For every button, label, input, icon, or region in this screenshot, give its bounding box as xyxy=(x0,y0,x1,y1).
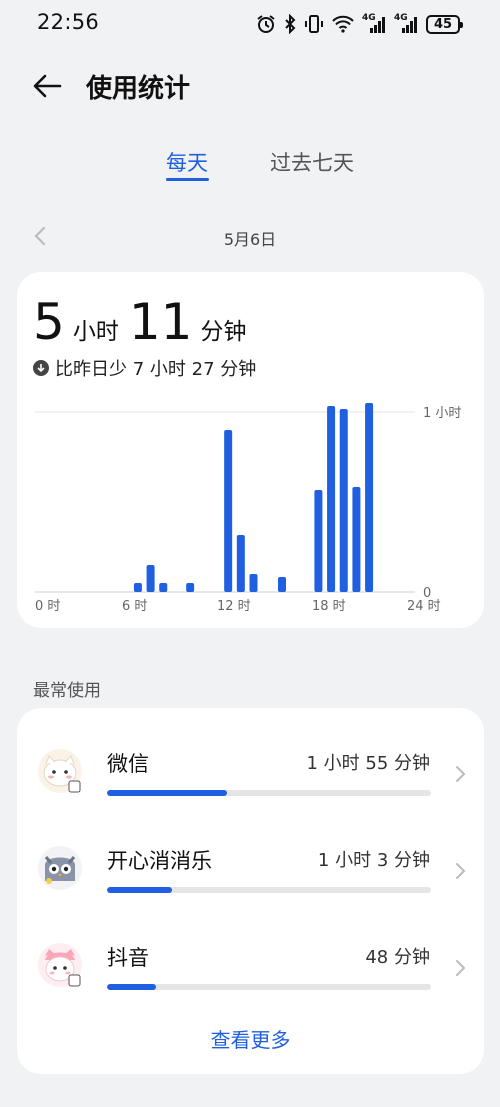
chart-bar-9 xyxy=(327,406,336,592)
battery-icon: 45 xyxy=(426,14,463,34)
usage-progress-bar xyxy=(107,887,431,893)
compare-text: 比昨日少 7 小时 27 分钟 xyxy=(55,359,257,380)
pink-cat-avatar-icon xyxy=(38,943,82,987)
signal-1: 4G xyxy=(362,14,386,34)
chart-bar-2 xyxy=(159,583,168,592)
y-tick-label-top: 1 小时 xyxy=(423,406,461,421)
owl-avatar-icon xyxy=(38,846,82,890)
hours-unit: 小时 xyxy=(72,319,119,345)
cat-avatar-icon xyxy=(38,749,82,793)
chart-bar-1 xyxy=(146,565,155,592)
usage-progress-bar xyxy=(107,790,431,796)
bars-group xyxy=(133,403,374,592)
status-bar: 22:56 4G 4G 45 xyxy=(0,0,500,48)
tab-daily[interactable]: 每天 xyxy=(166,147,208,177)
back-arrow-icon xyxy=(33,74,62,98)
x-tick-label: 6 时 xyxy=(122,599,147,614)
app-row-douyin[interactable]: 抖音 48 分钟 xyxy=(17,914,484,1011)
compare-row: 比昨日少 7 小时 27 分钟 xyxy=(33,355,256,381)
usage-card: 5 小时 11 分钟 比昨日少 7 小时 27 分钟 1 小时 0 0 时6 时… xyxy=(17,272,484,628)
x-tick-label: 24 时 xyxy=(407,599,441,614)
back-button[interactable] xyxy=(30,70,66,102)
vibrate-icon xyxy=(305,15,323,33)
date-label: 5月6日 xyxy=(223,230,277,249)
app-usage-time: 1 小时 3 分钟 xyxy=(317,850,430,871)
x-tick-label: 18 时 xyxy=(312,599,346,614)
chart-bar-8 xyxy=(314,490,323,592)
minutes-value: 11 xyxy=(128,293,193,351)
chevron-right-icon xyxy=(456,766,466,782)
x-ticks-group: 0 时 6 时 12 时 18 时 24 时 xyxy=(35,599,441,614)
chevron-right-icon xyxy=(456,960,466,976)
arrow-down-circle-icon xyxy=(33,360,49,376)
battery-level: 45 xyxy=(433,16,453,32)
x-tick-label: 12 时 xyxy=(217,599,251,614)
chart-bar-7 xyxy=(278,577,286,592)
most-used-card: 微信 1 小时 55 分钟 开心消消乐 1 小时 3 分钟 抖音 48 分钟 查… xyxy=(17,708,484,1074)
tab-indicator xyxy=(166,178,209,181)
signal-2: 4G xyxy=(394,14,418,34)
chart-bar-12 xyxy=(365,403,374,592)
minutes-unit: 分钟 xyxy=(200,319,247,345)
chart-bar-4 xyxy=(224,430,233,592)
signal-icon xyxy=(370,17,385,33)
page-title: 使用统计 xyxy=(86,74,191,104)
usage-progress-fill xyxy=(107,790,227,796)
chart-bar-6 xyxy=(249,574,258,592)
chart-bar-3 xyxy=(186,583,195,592)
hourly-usage-chart: 1 小时 0 0 时6 时 12 时 18 时 24 时 xyxy=(35,403,461,614)
hours-value: 5 xyxy=(33,293,65,351)
usage-progress-fill xyxy=(107,887,172,893)
bluetooth-icon xyxy=(285,14,296,34)
section-label-most-used: 最常使用 xyxy=(33,681,101,701)
usage-progress-bar xyxy=(107,984,431,990)
chart-bar-0 xyxy=(133,583,142,592)
tab-past-seven-days[interactable]: 过去七天 xyxy=(270,147,354,177)
total-usage: 5 小时 11 分钟 xyxy=(33,294,256,350)
app-row-happy-match[interactable]: 开心消消乐 1 小时 3 分钟 xyxy=(17,817,484,914)
status-icons: 4G 4G 45 xyxy=(256,12,463,36)
app-usage-time: 1 小时 55 分钟 xyxy=(306,753,430,774)
app-name: 开心消消乐 xyxy=(107,849,212,873)
app-name: 抖音 xyxy=(107,946,149,970)
alarm-icon xyxy=(257,15,275,33)
status-time: 22:56 xyxy=(37,10,100,34)
chart-bar-5 xyxy=(236,535,245,592)
wifi-icon xyxy=(332,15,354,33)
x-tick-label: 0 时 xyxy=(35,599,60,614)
view-more-button[interactable]: 查看更多 xyxy=(17,1024,484,1053)
app-name: 微信 xyxy=(107,752,149,776)
usage-progress-fill xyxy=(107,984,156,990)
signal-icon xyxy=(402,17,417,33)
app-row-wechat[interactable]: 微信 1 小时 55 分钟 xyxy=(17,720,484,817)
chart-bar-11 xyxy=(352,487,361,592)
chevron-right-icon xyxy=(456,863,466,879)
chart-bar-10 xyxy=(339,409,348,592)
app-usage-time: 48 分钟 xyxy=(365,947,430,968)
